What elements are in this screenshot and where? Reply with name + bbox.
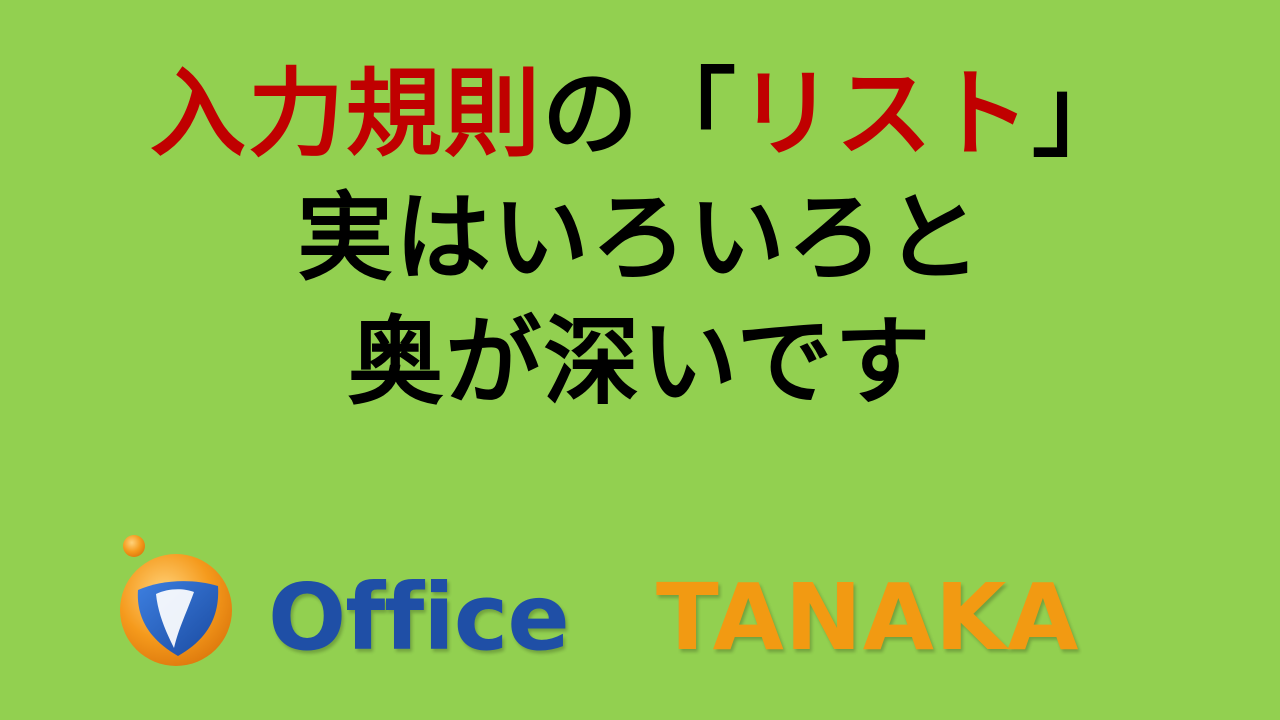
headline-keyword-list: リスト <box>738 58 1032 170</box>
headline: 入力規則の「リスト」 実はいろいろと 奥が深いです <box>0 52 1280 424</box>
headline-line-1: 入力規則の「リスト」 <box>0 52 1280 176</box>
headline-particle-open: の「 <box>542 58 738 170</box>
office-tanaka-logo: Office TANAKA <box>108 528 1188 678</box>
headline-line-2: 実はいろいろと <box>297 182 983 294</box>
logo-word-tanaka: TANAKA <box>656 564 1080 671</box>
office-tanaka-logo-mark-icon <box>120 535 232 666</box>
logo-word-office: Office <box>268 564 570 671</box>
headline-keyword-input-rule: 入力規則 <box>150 58 542 170</box>
headline-line-3: 奥が深いです <box>347 306 933 418</box>
headline-bracket-close: 」 <box>1032 58 1130 170</box>
